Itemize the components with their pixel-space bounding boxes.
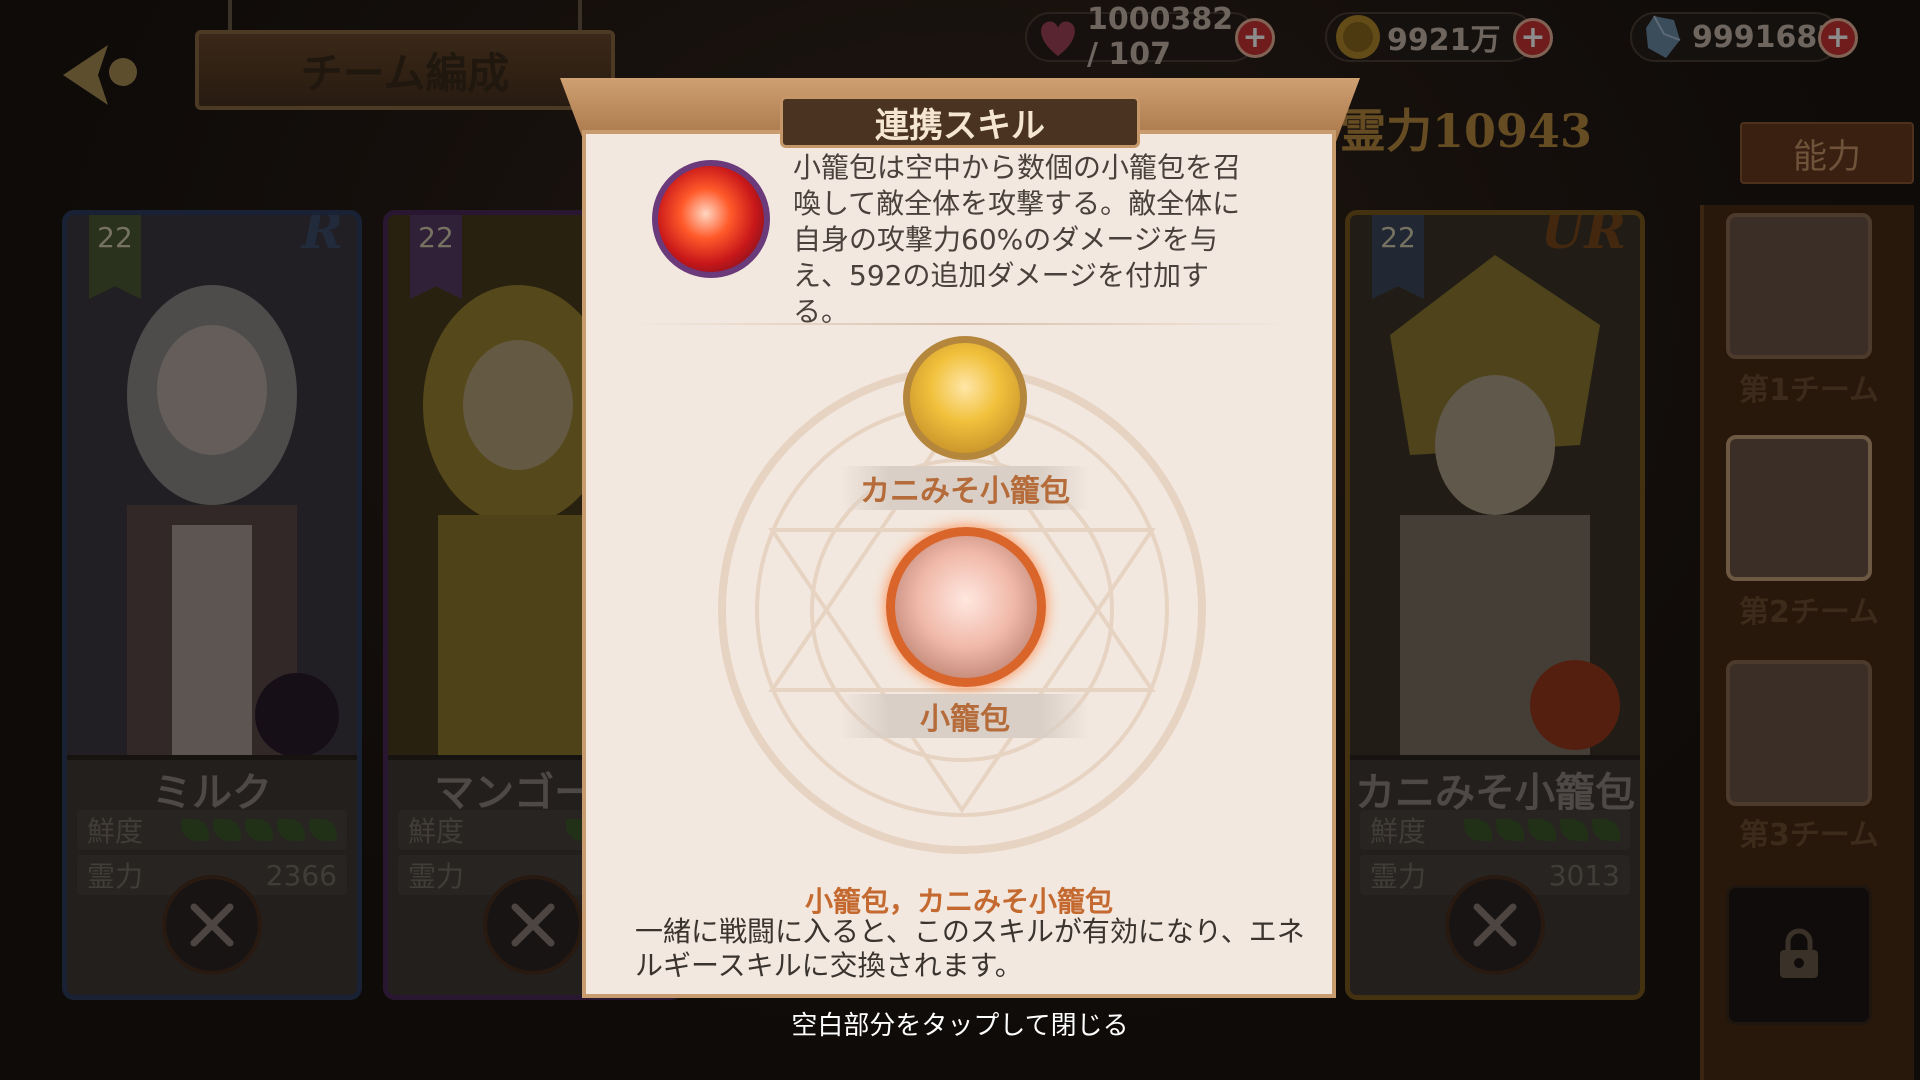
main-character-name: 小籠包 <box>840 694 1090 738</box>
divider <box>630 323 1292 325</box>
skill-description: 小籠包は空中から数個の小籠包を召喚して敵全体を攻撃する。敵全体に自身の攻撃力60… <box>793 151 1242 328</box>
required-characters: 小籠包，カニみそ小籠包 <box>804 885 1113 918</box>
partner-character-portrait <box>903 336 1027 460</box>
main-character-portrait <box>886 527 1046 687</box>
close-hint: 空白部分をタップして閉じる <box>791 1011 1129 1041</box>
modal-title: 連携スキル <box>780 96 1140 148</box>
activation-condition: 一緒に戦闘に入ると、このスキルが有効になり、エネルギースキルに交換されます。 <box>635 915 1305 982</box>
fireball-skill-icon <box>652 160 770 278</box>
partner-name: カニみそ小籠包 <box>840 466 1090 510</box>
